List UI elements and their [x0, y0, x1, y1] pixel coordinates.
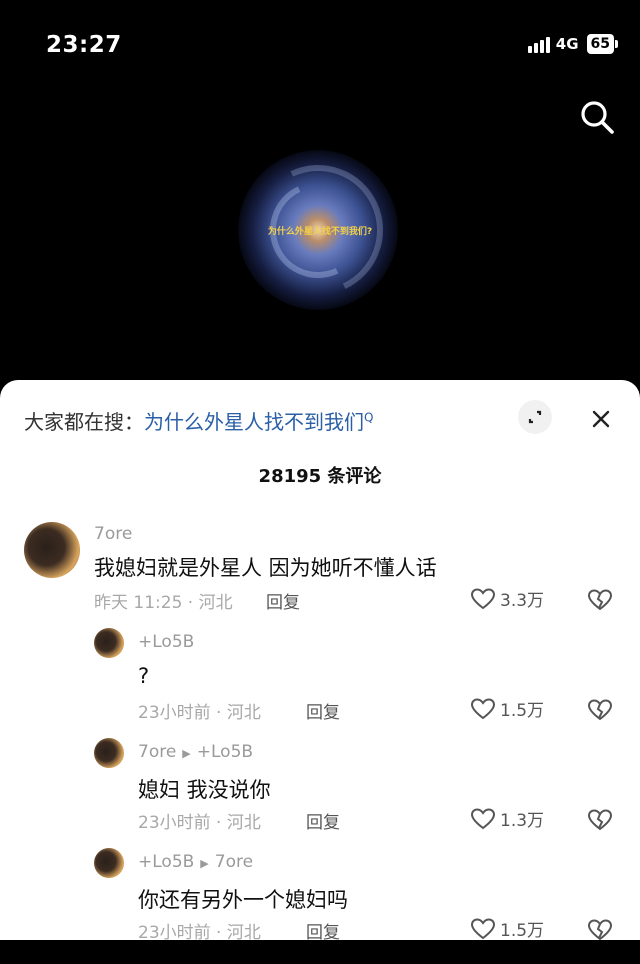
comment-count: 28195 条评论 [258, 466, 382, 487]
comment-text: 我媳妇就是外星人 因为她听不懂人话 [94, 556, 437, 580]
battery-icon: 65 [586, 34, 619, 54]
bottom-bar [0, 942, 640, 964]
comment-panel: 大家都在搜：为什么外星人找不到我们Q 28195 条评论 7ore 我媳妇就是外… [0, 380, 640, 940]
avatar[interactable] [24, 522, 80, 578]
video-caption: 为什么外星人找不到我们? [267, 227, 373, 237]
comment-username[interactable]: +Lo5B ▶ 7ore [138, 852, 253, 872]
like-button[interactable]: 1.5万 [470, 696, 544, 721]
avatar[interactable] [94, 738, 124, 768]
hot-search-mark: Q [364, 410, 374, 425]
like-count: 1.5万 [500, 701, 545, 721]
comment-text: 媳妇 我没说你 [138, 778, 271, 802]
comment-username[interactable]: 7ore [94, 524, 132, 544]
reply-arrow-icon: ▶ [182, 747, 191, 760]
reply-button[interactable]: 回复 [306, 918, 340, 940]
comment-username[interactable]: 7ore ▶ +Lo5B [138, 742, 253, 762]
reply-button[interactable]: 回复 [306, 808, 340, 833]
comment-username[interactable]: +Lo5B [138, 632, 194, 652]
broken-heart-icon[interactable] [587, 918, 613, 940]
close-icon[interactable] [584, 402, 618, 436]
avatar[interactable] [94, 848, 124, 878]
expand-icon[interactable] [518, 400, 552, 434]
search-icon[interactable] [578, 98, 618, 138]
like-button[interactable]: 1.5万 [470, 916, 544, 940]
status-bar-right: 4G 65 [527, 34, 619, 54]
comment-text: 你还有另外一个媳妇吗 [138, 888, 348, 912]
username-from[interactable]: 7ore [138, 742, 176, 762]
like-count: 3.3万 [500, 591, 545, 611]
hot-search-prefix: 大家都在搜： [24, 410, 144, 434]
heart-icon [470, 697, 496, 719]
comment-text: ? [138, 664, 150, 688]
network-type: 4G [555, 35, 579, 53]
comment-time: 昨天 11:25 · 河北 [94, 593, 233, 613]
like-button[interactable]: 3.3万 [470, 586, 544, 611]
username-to[interactable]: +Lo5B [197, 742, 253, 762]
reply-button[interactable]: 回复 [266, 588, 300, 613]
reply-item: +Lo5B ? 23小时前 · 河北 回复 1.5万 [0, 628, 640, 728]
status-time: 23:27 [46, 32, 122, 58]
username-from[interactable]: +Lo5B [138, 852, 194, 872]
heart-icon [470, 917, 496, 939]
comment-time: 23小时前 · 河北 [138, 923, 261, 940]
heart-icon [470, 587, 496, 609]
signal-icon [527, 36, 550, 53]
like-button[interactable]: 1.3万 [470, 806, 544, 831]
hot-search[interactable]: 大家都在搜：为什么外星人找不到我们Q [24, 406, 373, 435]
avatar[interactable] [94, 628, 124, 658]
like-count: 1.3万 [500, 811, 545, 831]
reply-item: 7ore ▶ +Lo5B 媳妇 我没说你 23小时前 · 河北 回复 1.3万 [0, 738, 640, 838]
video-area[interactable]: 23:27 4G 65 为什么外星人找不到我们? [0, 0, 640, 390]
broken-heart-icon[interactable] [587, 808, 613, 832]
reply-item: +Lo5B ▶ 7ore 你还有另外一个媳妇吗 23小时前 · 河北 回复 1.5万 [0, 848, 640, 940]
heart-icon [470, 807, 496, 829]
comment-item: 7ore 我媳妇就是外星人 因为她听不懂人话 昨天 11:25 · 河北 回复 … [0, 520, 640, 620]
comment-time: 23小时前 · 河北 [138, 703, 261, 723]
hot-search-keyword[interactable]: 为什么外星人找不到我们 [144, 410, 364, 434]
comment-time: 23小时前 · 河北 [138, 813, 261, 833]
broken-heart-icon[interactable] [587, 698, 613, 722]
reply-button[interactable]: 回复 [306, 698, 340, 723]
reply-arrow-icon: ▶ [200, 857, 209, 870]
like-count: 1.5万 [500, 921, 545, 940]
username-to[interactable]: 7ore [215, 852, 253, 872]
broken-heart-icon[interactable] [587, 588, 613, 612]
